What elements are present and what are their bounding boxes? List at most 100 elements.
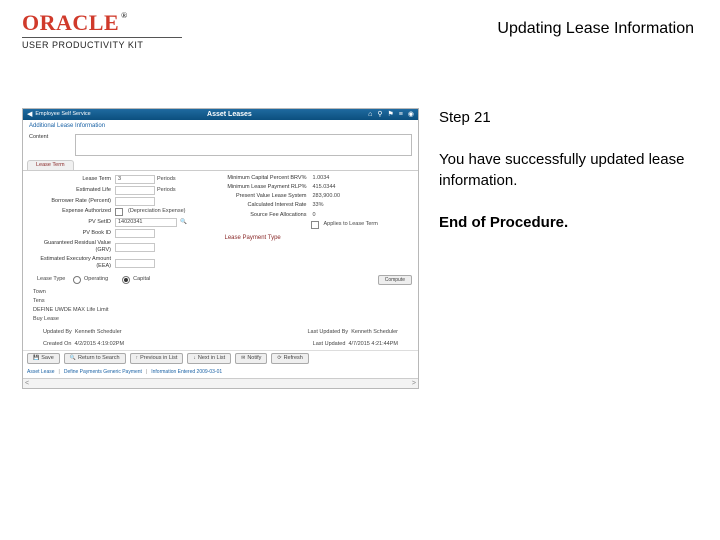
notify-label: Notify [247, 355, 261, 362]
est-life-unit: Periods [155, 187, 193, 194]
pv-lease-value: 283,900.00 [311, 193, 349, 200]
check-define-uwde-label: DEFINE UWDE MAX Life Limit [33, 307, 108, 314]
check-buy-lease-label: Buy Lease [33, 316, 59, 323]
save-button-label: Save [41, 355, 54, 362]
section-heading: Additional Lease Information [23, 120, 418, 132]
previous-button[interactable]: ↑Previous in List [130, 353, 184, 364]
check-town-label: Town [33, 289, 46, 296]
pv-setid-input[interactable]: 14020341 [115, 218, 177, 227]
lease-type-capital-label: Capital [133, 276, 150, 283]
lease-type-label: Lease Type [37, 276, 65, 283]
pv-lease-label: Present Value Lease System [225, 193, 311, 200]
return-search-button[interactable]: 🔍Return to Search [64, 353, 126, 364]
last-updated-by-value: Kenneth Scheduler [351, 329, 398, 335]
lease-type-capital-radio[interactable]: Capital [122, 276, 150, 284]
next-icon: ↓ [193, 355, 196, 362]
updated-by-value: Kenneth Scheduler [75, 329, 122, 335]
exp-auth-extra: (Depreciation Expense) [126, 208, 187, 215]
breadcrumb-part-1[interactable]: Asset Lease [27, 369, 55, 376]
previous-label: Previous in List [140, 355, 177, 362]
back-icon[interactable]: ◀ [27, 110, 32, 119]
prev-icon: ↑ [136, 355, 139, 362]
pv-book-input[interactable] [115, 229, 155, 238]
oracle-logo: ORACLE® [22, 12, 182, 34]
notify-icon: ✉ [241, 355, 245, 362]
mlp-rlp-label: Minimum Lease Payment RLP% [225, 184, 311, 191]
flag-icon[interactable]: ⚑ [388, 110, 394, 119]
eea-input[interactable] [115, 259, 155, 268]
menu-icon[interactable]: ≡ [399, 110, 403, 119]
borrow-rate-input[interactable] [115, 197, 155, 206]
src-fee-label: Source Fee Allocations [225, 212, 311, 219]
lease-type-operating-radio[interactable]: Operating [73, 276, 108, 284]
grv-label: Guaranteed Residual Value (GRV) [29, 240, 115, 254]
mcp-brv-label: Minimum Capital Percent BRV% [225, 175, 311, 182]
brand-trademark: ® [121, 11, 127, 20]
return-search-label: Return to Search [78, 355, 120, 362]
check-tens-label: Tens [33, 298, 45, 305]
next-label: Next in List [198, 355, 225, 362]
calc-int-value: 33% [311, 202, 349, 209]
breadcrumb-part-2[interactable]: Define Payments Generic Payment [64, 369, 142, 376]
scroll-right-icon[interactable]: > [412, 379, 416, 388]
brand-name: ORACLE [22, 10, 119, 35]
brand-divider [22, 37, 182, 38]
lease-term-input[interactable]: 3 [115, 175, 155, 184]
back-label[interactable]: Employee Self Service [35, 111, 90, 118]
est-life-input[interactable] [115, 186, 155, 195]
app-screenshot: ◀ Employee Self Service Asset Leases ⌂ ⚲… [22, 108, 419, 389]
applies-lease-term-checkbox[interactable] [311, 221, 319, 229]
grv-input[interactable] [115, 243, 155, 252]
last-updated-value: 4/7/2015 4:21:44PM [348, 341, 398, 347]
breadcrumb-part-3[interactable]: Information Entered 2009-03-01 [151, 369, 222, 376]
applies-lease-term-label: Applies to Lease Term [322, 221, 380, 228]
breadcrumb-sep-1: | [59, 369, 60, 376]
mcp-brv-value: 1.0034 [311, 175, 349, 182]
last-updated-label: Last Updated [313, 341, 346, 347]
search-small-icon: 🔍 [70, 355, 76, 362]
content-label: Content [29, 134, 69, 156]
save-icon: 💾 [33, 355, 39, 362]
updated-by-label: Updated By [43, 329, 72, 335]
end-of-procedure: End of Procedure. [439, 213, 698, 233]
exp-auth-checkbox[interactable] [115, 208, 123, 216]
home-icon[interactable]: ⌂ [368, 110, 372, 119]
brand-subtitle: USER PRODUCTIVITY KIT [22, 40, 182, 50]
created-on-value: 4/2/2015 4:19:02PM [75, 341, 125, 347]
lease-term-unit: Periods [155, 176, 193, 183]
created-on-label: Created On [43, 341, 71, 347]
src-fee-value: 0 [311, 212, 349, 219]
action-button-row: 💾Save 🔍Return to Search ↑Previous in Lis… [23, 350, 418, 366]
lease-term-label: Lease Term [29, 176, 115, 183]
step-label: Step 21 [439, 108, 698, 128]
refresh-icon: ⟳ [277, 355, 281, 362]
horizontal-scrollbar[interactable]: < > [23, 378, 418, 388]
instruction-panel: Step 21 You have successfully updated le… [439, 108, 698, 389]
breadcrumb-sep-2: | [146, 369, 147, 376]
calc-int-label: Calculated Interest Rate [225, 202, 311, 209]
brand-block: ORACLE® USER PRODUCTIVITY KIT [22, 12, 182, 50]
borrow-rate-label: Borrower Rate (Percent) [29, 198, 115, 205]
compute-button[interactable]: Compute [378, 275, 412, 286]
lease-type-operating-label: Operating [84, 276, 108, 283]
help-icon[interactable]: ◉ [408, 110, 414, 119]
notify-button[interactable]: ✉Notify [235, 353, 267, 364]
page-title: Updating Lease Information [497, 12, 698, 38]
last-updated-by-label: Last Updated By [307, 329, 348, 335]
instruction-body: You have successfully updated lease info… [439, 150, 698, 191]
mlp-rlp-value: 415.0344 [311, 184, 349, 191]
save-button[interactable]: 💾Save [27, 353, 60, 364]
scroll-left-icon[interactable]: < [25, 379, 29, 388]
pv-setid-label: PV SetID [29, 219, 115, 226]
pv-book-label: PV Book ID [29, 230, 115, 237]
est-life-label: Estimated Life [29, 187, 115, 194]
app-titlebar: ◀ Employee Self Service Asset Leases ⌂ ⚲… [23, 109, 418, 120]
lookup-icon[interactable]: 🔍 [180, 219, 187, 226]
tab-lease-term[interactable]: Lease Term [27, 160, 74, 170]
lease-payment-type-heading: Lease Payment Type [225, 233, 413, 244]
search-icon[interactable]: ⚲ [377, 110, 382, 119]
content-textarea[interactable] [75, 134, 412, 156]
refresh-label: Refresh [284, 355, 303, 362]
next-button[interactable]: ↓Next in List [187, 353, 231, 364]
refresh-button[interactable]: ⟳Refresh [271, 353, 308, 364]
